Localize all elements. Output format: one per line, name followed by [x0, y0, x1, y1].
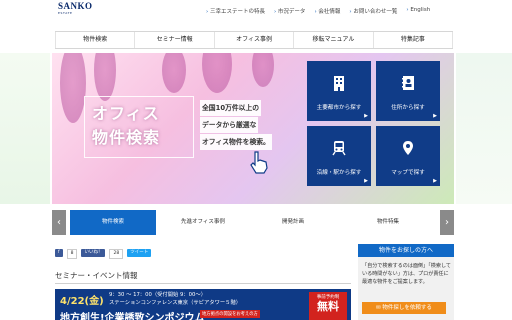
tile-search-by-map[interactable]: マップで探す ▶ — [376, 126, 440, 186]
wisteria-decoration — [60, 53, 86, 123]
arrow-right-icon: ▶ — [433, 178, 437, 184]
building-icon — [334, 76, 344, 91]
hero-right-edge — [456, 53, 512, 204]
seminar-time-line: 9：30 ～ 17：00（受付開始 9：00～） — [109, 292, 207, 298]
arrow-right-icon: ▶ — [364, 113, 368, 119]
global-nav: 物件検索 セミナー情報 オフィス事例 移転マニュアル 特集記事 — [55, 31, 454, 49]
feature-tabs: ‹ 物件検索 先進オフィス事例 開発計画 物件特集 › — [52, 210, 454, 235]
pointer-hand-icon — [250, 151, 268, 174]
tile-label: 沿線・駅から探す — [316, 170, 362, 176]
seminar-heading: セミナー・イベント情報 — [55, 271, 138, 280]
facebook-share-count: 8 — [66, 249, 78, 259]
tab-property-search[interactable]: 物件検索 — [70, 210, 156, 235]
prev-arrow-icon[interactable]: ‹ — [52, 210, 66, 235]
side-heading: 物件をお探しの方へ — [358, 244, 454, 261]
wisteria-decoration — [162, 53, 186, 93]
logo-sub: ESTATE — [58, 11, 73, 15]
top-link-market-data[interactable]: 市況データ — [274, 7, 306, 15]
hero-subcopy-line: データから厳選な — [200, 117, 259, 133]
wisteria-decoration — [252, 53, 274, 87]
tile-search-by-line-station[interactable]: 沿線・駅から探す ▶ — [307, 126, 371, 186]
hero-title-line1: オフィス — [92, 104, 160, 123]
seminar-banner[interactable]: 4/22(金) 9：30 ～ 17：00（受付開始 9：00～） ステーションコ… — [55, 289, 351, 320]
next-arrow-icon[interactable]: › — [440, 210, 454, 235]
facebook-share-button[interactable]: f — [55, 249, 63, 257]
seminar-venue-line: ステーションコンファレンス東京（サピアタワー５階） — [109, 300, 242, 306]
nav-item-property-search[interactable]: 物件検索 — [55, 32, 136, 48]
hero-subcopy-line: 全国10万件以上の — [200, 100, 262, 116]
seminar-date: 4/22(金) — [60, 296, 104, 307]
nav-item-office-cases[interactable]: オフィス事例 — [215, 32, 295, 48]
badge-main: 無料 — [317, 300, 339, 313]
tab-property-features[interactable]: 物件特集 — [340, 210, 436, 235]
logo[interactable]: SANKO ESTATE — [58, 2, 93, 15]
top-link-company[interactable]: 会社情報 — [314, 7, 340, 15]
train-icon — [332, 141, 346, 156]
nav-item-feature-articles[interactable]: 特集記事 — [374, 32, 454, 48]
wisteria-decoration — [94, 53, 116, 101]
tile-label: 主要都市から探す — [316, 105, 362, 111]
hero-title-line2: 物件検索 — [92, 128, 161, 147]
tile-search-by-address[interactable]: 住所から探す ▶ — [376, 61, 440, 121]
wisteria-decoration — [202, 53, 232, 93]
nav-item-seminar[interactable]: セミナー情報 — [135, 32, 215, 48]
seminar-subtitle: 地方拠点の開設をお考えの方 — [200, 310, 260, 318]
tab-development[interactable]: 開発計画 — [250, 210, 336, 235]
divider — [55, 283, 351, 284]
arrow-right-icon: ▶ — [364, 178, 368, 184]
map-pin-icon — [403, 141, 413, 155]
tile-label: 住所から探す — [391, 105, 425, 111]
tab-office-cases[interactable]: 先進オフィス事例 — [160, 210, 246, 235]
hero-left-edge — [0, 53, 50, 204]
tweet-button[interactable]: ツイート — [127, 249, 152, 257]
seminar-title: 地方創生!企業誘致シンポジウム — [60, 313, 205, 320]
top-links: 三幸エステートの特長 市況データ 会社情報 お問い合わせ一覧 English — [206, 7, 430, 15]
tile-search-by-city[interactable]: 主要都市から探す ▶ — [307, 61, 371, 121]
facebook-like-button[interactable]: いいね！ — [81, 249, 106, 257]
nav-item-relocation-manual[interactable]: 移転マニュアル — [294, 32, 374, 48]
tile-label: マップで探す — [391, 170, 425, 176]
search-tiles: 主要都市から探す ▶ 住所から探す ▶ 沿線・駅から探す ▶ マップで探す ▶ — [307, 61, 440, 186]
arrow-right-icon: ▶ — [433, 113, 437, 119]
request-search-button[interactable]: 物件探しを依頼する — [362, 302, 446, 314]
hero-subcopy: 全国10万件以上の データから厳選な オフィス物件を検索。 — [200, 100, 272, 151]
free-badge: 事前予約制 無料 — [309, 292, 347, 320]
logo-main: SANKO — [58, 1, 93, 11]
top-link-english[interactable]: English — [406, 7, 430, 15]
side-text: 「自分で検索するのは面倒」「検索している時間がない」方は、プロが責任に最適な物件… — [362, 263, 451, 285]
facebook-like-count: 28 — [109, 249, 124, 259]
address-book-icon — [402, 76, 414, 90]
site-header: SANKO ESTATE 三幸エステートの特長 市況データ 会社情報 お問い合わ… — [0, 0, 512, 22]
top-link-contact[interactable]: お問い合わせ一覧 — [349, 7, 397, 15]
top-link-features[interactable]: 三幸エステートの特長 — [206, 7, 265, 15]
social-buttons: f 8 いいね！ 28 ツイート — [55, 249, 152, 259]
seminar-time: 9：30 ～ 17：00（受付開始 9：00～） ステーションコンファレンス東京… — [109, 291, 241, 307]
